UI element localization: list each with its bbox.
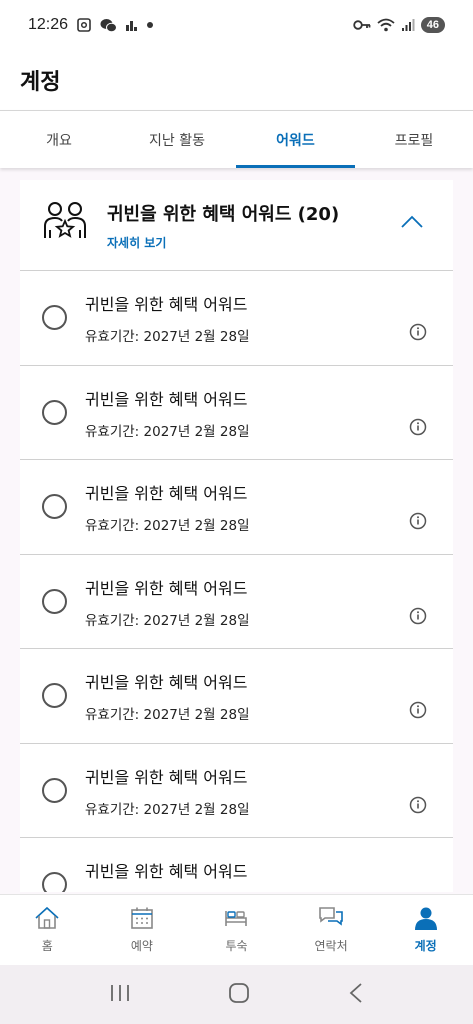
award-row[interactable]: 귀빈을 위한 혜택 어워드 유효기간: 2027년 2월 28일 xyxy=(20,365,453,460)
info-icon[interactable] xyxy=(409,607,427,629)
nav-home[interactable]: 홈 xyxy=(0,895,95,965)
people-star-icon xyxy=(42,200,88,250)
screenshot-icon xyxy=(76,17,92,33)
nav-home-label: 홈 xyxy=(41,939,53,953)
award-validity: 유효기간: 2027년 2월 28일 xyxy=(85,801,250,818)
award-radio[interactable] xyxy=(42,588,67,614)
award-row[interactable]: 귀빈을 위한 혜택 어워드 유효기간: 2027년 2월 28일 xyxy=(20,743,453,838)
nav-bookings-label: 예약 xyxy=(130,939,153,953)
back-icon[interactable] xyxy=(348,982,364,1008)
award-radio[interactable] xyxy=(42,399,67,425)
award-row[interactable]: 귀빈을 위한 혜택 어워드 유효기간: 2027년 2월 28일 xyxy=(20,271,453,366)
award-title: 귀빈을 위한 혜택 어워드 xyxy=(85,389,248,409)
wifi-icon xyxy=(377,18,395,32)
dot-icon xyxy=(146,21,154,29)
award-radio[interactable] xyxy=(42,305,67,330)
nav-stays[interactable]: 투숙 xyxy=(189,895,284,965)
award-radio[interactable] xyxy=(42,872,67,892)
key-icon xyxy=(353,19,371,31)
tab-profile[interactable]: 프로필 xyxy=(355,111,473,168)
award-validity: 유효기간: 2027년 2월 28일 xyxy=(85,329,250,345)
nav-contact-label: 연락처 xyxy=(314,939,348,953)
status-time: 12:26 xyxy=(28,16,69,33)
award-title: 귀빈을 위한 혜택 어워드 xyxy=(85,673,248,692)
wechat-icon xyxy=(100,18,118,33)
chart-icon xyxy=(125,18,138,32)
battery-indicator: 46 xyxy=(420,17,445,33)
tab-overview[interactable]: 개요 xyxy=(0,111,118,168)
award-title: 귀빈을 위한 혜택 어워드 xyxy=(85,484,248,503)
page-title: 계정 xyxy=(20,70,61,95)
bed-icon xyxy=(223,906,249,933)
award-radio[interactable] xyxy=(42,494,67,519)
awards-content: 귀빈을 위한 혜택 어워드 (20) 자세히 보기 귀빈을 위한 혜택 어워드 … xyxy=(20,180,453,892)
award-radio[interactable] xyxy=(42,683,67,708)
signal-icon xyxy=(401,18,415,32)
info-icon[interactable] xyxy=(409,512,427,534)
chat-icon xyxy=(318,906,344,933)
award-validity: 유효기간: 2027년 2월 28일 xyxy=(85,612,250,629)
tab-past-activity[interactable]: 지난 활동 xyxy=(118,111,236,168)
info-icon[interactable] xyxy=(409,796,427,818)
award-row[interactable]: 귀빈을 위한 혜택 어워드 유효기간: 2027년 2월 28일 xyxy=(20,460,453,555)
award-group-header[interactable]: 귀빈을 위한 혜택 어워드 (20) 자세히 보기 xyxy=(20,180,453,271)
info-icon[interactable] xyxy=(409,701,427,723)
award-title: 귀빈을 위한 혜택 어워드 xyxy=(85,862,248,881)
award-group-title: 귀빈을 위한 혜택 어워드 (20) xyxy=(107,204,340,225)
nav-account[interactable]: 계정 xyxy=(378,895,473,965)
award-title: 귀빈을 위한 혜택 어워드 xyxy=(85,767,248,787)
recents-icon[interactable] xyxy=(109,983,131,1007)
info-icon[interactable] xyxy=(409,323,427,345)
home-icon xyxy=(34,906,60,933)
award-title: 귀빈을 위한 혜택 어워드 xyxy=(85,295,248,314)
award-row[interactable]: 귀빈을 위한 혜택 어워드 유효기간: 2027년 2월 28일 xyxy=(20,554,453,649)
nav-stays-label: 투숙 xyxy=(225,939,248,953)
nav-bookings[interactable]: 예약 xyxy=(95,895,190,965)
view-details-link[interactable]: 자세히 보기 xyxy=(107,234,166,251)
info-icon[interactable] xyxy=(409,418,427,440)
status-bar: 12:26 46 xyxy=(0,0,473,50)
award-radio[interactable] xyxy=(42,777,67,803)
award-row[interactable]: 귀빈을 위한 혜택 어워드 유효기간: 2027년 2월 28일 xyxy=(20,649,453,744)
award-validity: 유효기간: 2027년 2월 28일 xyxy=(85,707,250,723)
system-nav-bar xyxy=(0,965,473,1024)
tab-bar: 개요 지난 활동 어워드 프로필 xyxy=(0,110,473,168)
calendar-icon xyxy=(130,906,154,933)
app-header: 계정 xyxy=(0,50,473,110)
nav-account-label: 계정 xyxy=(414,939,437,953)
award-row[interactable]: 귀빈을 위한 혜택 어워드 xyxy=(20,838,453,892)
nav-contact[interactable]: 연락처 xyxy=(284,895,379,965)
chevron-up-icon[interactable] xyxy=(401,214,423,233)
bottom-nav: 홈 예약 투숙 연락처 계정 xyxy=(0,894,473,965)
home-circle-icon[interactable] xyxy=(228,982,250,1008)
award-validity: 유효기간: 2027년 2월 28일 xyxy=(85,423,250,440)
tab-awards[interactable]: 어워드 xyxy=(236,111,355,168)
award-title: 귀빈을 위한 혜택 어워드 xyxy=(85,578,248,598)
award-validity: 유효기간: 2027년 2월 28일 xyxy=(85,518,250,534)
person-icon xyxy=(414,906,438,933)
